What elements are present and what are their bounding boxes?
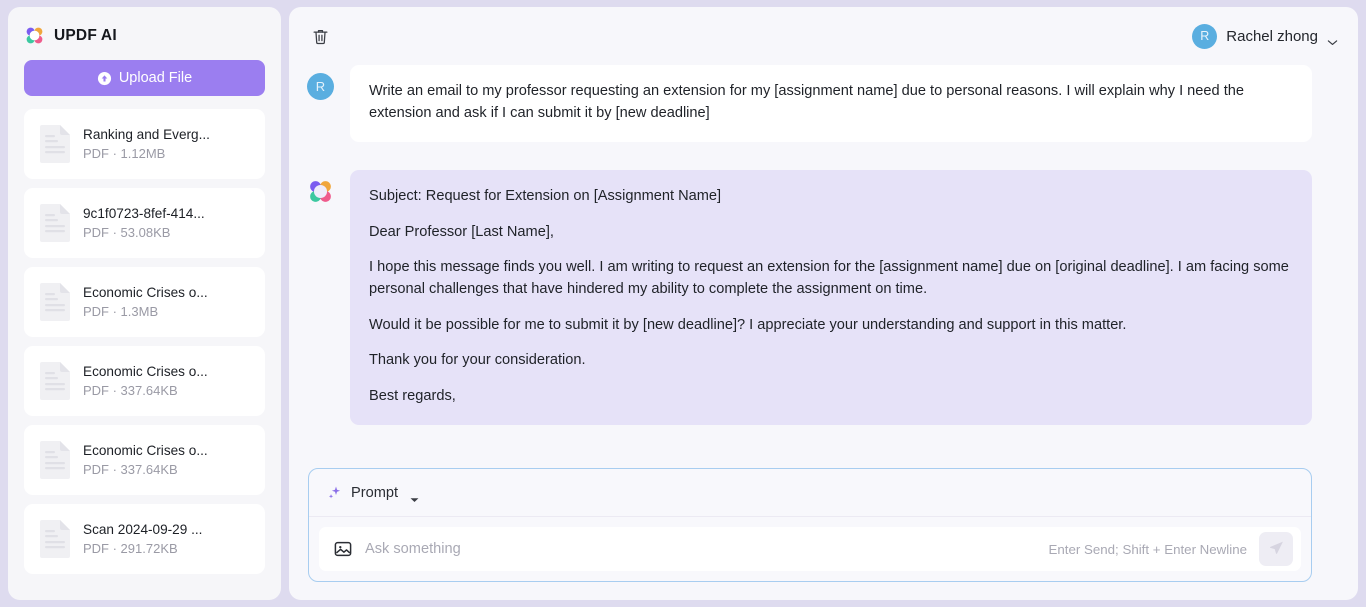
ai-message-text: Subject: Request for Extension on [Assig… [350,170,1312,425]
document-icon [38,282,72,322]
upload-file-label: Upload File [119,70,192,86]
ai-paragraph: Dear Professor [Last Name], [369,222,1290,244]
sidebar: UPDF AI Upload File [8,7,281,600]
file-meta-text: PDF · 337.64KB [83,383,208,398]
ai-paragraph: Best regards, [369,386,1290,408]
updf-flower-logo-icon [24,25,45,46]
user-menu[interactable]: R Rachel zhong [1192,24,1338,49]
avatar: R [1192,24,1217,49]
file-meta: Economic Crises o... PDF · 1.3MB [83,285,208,319]
composer: Prompt Enter Send; Shift + Enter New [308,468,1312,582]
send-button[interactable] [1259,532,1293,566]
send-plane-icon [1268,539,1285,559]
search-input[interactable] [365,541,1037,557]
prompt-selector[interactable]: Prompt [309,469,1311,517]
chevron-down-icon [1327,33,1338,40]
prompt-label: Prompt [351,485,398,501]
file-name: Economic Crises o... [83,364,208,379]
user-message-text: Write an email to my professor requestin… [350,65,1312,142]
file-name: Ranking and Everg... [83,127,210,142]
document-icon [38,519,72,559]
file-name: Scan 2024-09-29 ... [83,522,202,537]
file-name: Economic Crises o... [83,285,208,300]
file-card[interactable]: Economic Crises o... PDF · 337.64KB [24,346,265,416]
upload-circle-arrow-icon [97,71,112,86]
ai-paragraph: I hope this message finds you well. I am… [369,257,1290,300]
file-meta-text: PDF · 1.12MB [83,146,210,161]
file-card[interactable]: Ranking and Everg... PDF · 1.12MB [24,109,265,179]
ai-paragraph: Would it be possible for me to submit it… [369,315,1290,337]
file-name: Economic Crises o... [83,443,208,458]
file-meta-text: PDF · 291.72KB [83,541,202,556]
file-name: 9c1f0723-8fef-414... [83,206,205,221]
user-name: Rachel zhong [1226,28,1318,45]
input-row: Enter Send; Shift + Enter Newline [319,527,1301,571]
file-meta: Ranking and Everg... PDF · 1.12MB [83,127,210,161]
upload-file-button[interactable]: Upload File [24,60,265,96]
user-message: R Write an email to my professor request… [289,65,1312,142]
image-icon[interactable] [333,539,353,559]
avatar: R [307,73,334,100]
main-panel: R Rachel zhong R Write an email to my pr… [289,7,1358,600]
file-meta-text: PDF · 1.3MB [83,304,208,319]
caret-down-icon [410,490,419,496]
ai-paragraph: Thank you for your consideration. [369,350,1290,372]
file-meta: Scan 2024-09-29 ... PDF · 291.72KB [83,522,202,556]
send-hint: Enter Send; Shift + Enter Newline [1049,542,1247,557]
trash-icon[interactable] [307,23,333,49]
document-icon [38,361,72,401]
document-icon [38,124,72,164]
file-card[interactable]: 9c1f0723-8fef-414... PDF · 53.08KB [24,188,265,258]
file-list: Ranking and Everg... PDF · 1.12MB [8,109,281,588]
app-root: UPDF AI Upload File [0,0,1366,607]
ai-paragraph: Subject: Request for Extension on [Assig… [369,186,1290,208]
file-card[interactable]: Economic Crises o... PDF · 1.3MB [24,267,265,337]
brand: UPDF AI [8,7,281,56]
file-card[interactable]: Economic Crises o... PDF · 337.64KB [24,425,265,495]
ai-message: Subject: Request for Extension on [Assig… [289,170,1312,425]
document-icon [38,203,72,243]
document-icon [38,440,72,480]
file-meta: Economic Crises o... PDF · 337.64KB [83,443,208,477]
sparkle-icon [327,485,342,500]
updf-flower-logo-icon [307,178,334,205]
file-meta-text: PDF · 53.08KB [83,225,205,240]
brand-name: UPDF AI [54,27,117,45]
file-meta-text: PDF · 337.64KB [83,462,208,477]
file-card[interactable]: Scan 2024-09-29 ... PDF · 291.72KB [24,504,265,574]
file-meta: 9c1f0723-8fef-414... PDF · 53.08KB [83,206,205,240]
file-meta: Economic Crises o... PDF · 337.64KB [83,364,208,398]
topbar: R Rachel zhong [289,7,1358,65]
